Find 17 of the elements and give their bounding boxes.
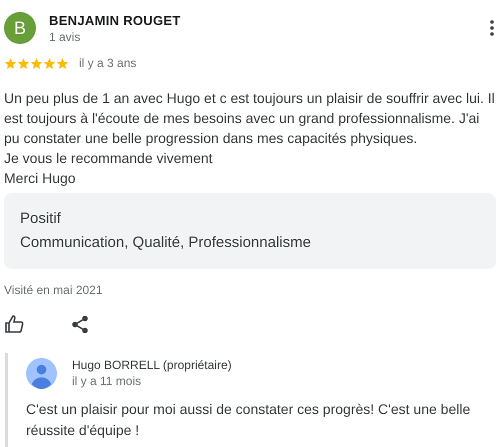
highlights-title: Positif xyxy=(20,209,62,229)
owner-name: Hugo BORRELL (propriétaire) xyxy=(72,357,232,373)
reply-text: C'est un plaisir pour moi aussi de constater ces progrès! C'est une belle réussite d'équipe ! xyxy=(26,400,472,440)
reply-time: il y a 11 mois xyxy=(72,373,142,389)
thumbs-up-icon[interactable] xyxy=(5,315,24,333)
share-icon[interactable] xyxy=(72,316,88,332)
review-text: Un peu plus de 1 an avec Hugo et c est toujours un plaisir de souffrir avec lui. Il est toujours à l'écoute de mes besoins avec un grand professionnalisme. J'ai pu constater une belle progression dans mes capacités physiques. xyxy=(4,89,496,148)
avatar: B xyxy=(4,12,36,44)
review-time: il y a 3 ans xyxy=(79,55,136,72)
more-options-icon[interactable] xyxy=(490,20,494,36)
visit-date: Visité en mai 2021 xyxy=(4,282,104,299)
owner-avatar-icon xyxy=(26,358,57,388)
review-text: Merci Hugo xyxy=(4,169,77,188)
review-count: 1 avis xyxy=(49,29,82,45)
highlights-text: Communication, Qualité, Professionnalisme xyxy=(20,233,312,253)
review-text: Je vous le recommande vivement xyxy=(4,149,214,168)
reviewer-name[interactable]: BENJAMIN ROUGET xyxy=(49,12,181,29)
